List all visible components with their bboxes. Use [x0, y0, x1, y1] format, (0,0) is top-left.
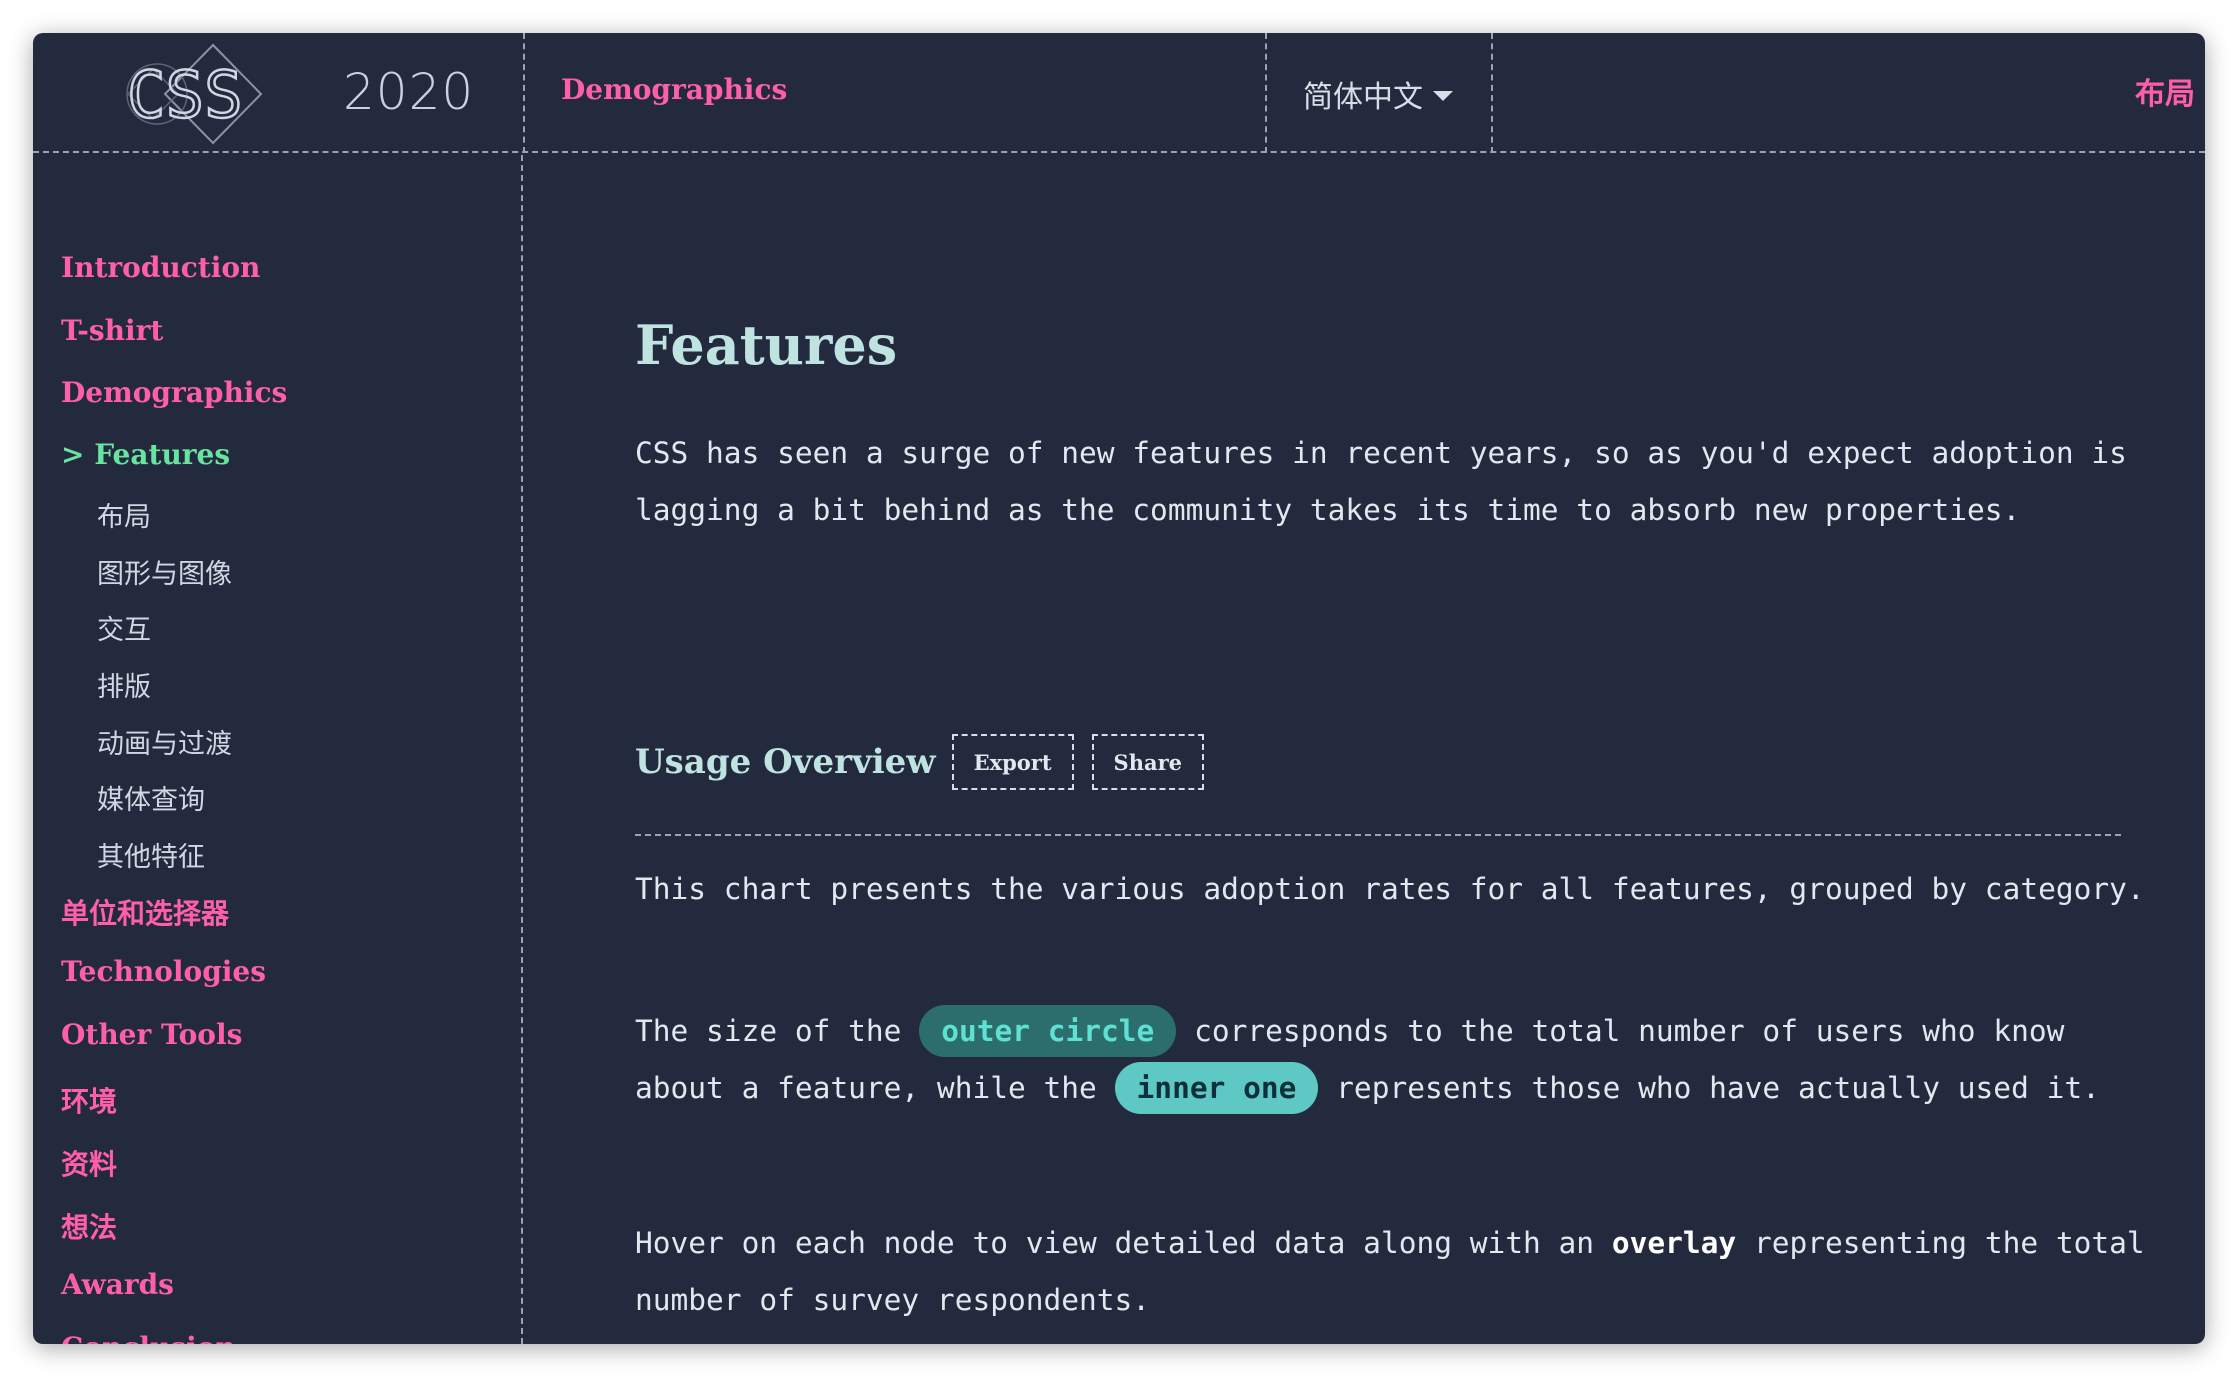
circle-size-explanation: The size of the outer circle corresponds… — [635, 1003, 2145, 1117]
sidebar-item-conclusion[interactable]: Conclusion — [61, 1331, 236, 1344]
export-button[interactable]: Export — [951, 734, 1074, 790]
explanation-text: The size of the — [635, 1014, 902, 1048]
page-title: Features — [635, 313, 898, 377]
explanation-text: Hover on each node to view detailed data… — [635, 1226, 1595, 1260]
sidebar-nav: Introduction T-shirt Demographics > Feat… — [33, 155, 523, 1344]
header-next-link[interactable]: 布局 — [2135, 69, 2195, 113]
sidebar-item-opinions[interactable]: 想法 — [61, 1206, 117, 1246]
sidebar-item-other-tools[interactable]: Other Tools — [61, 1018, 242, 1051]
usage-overview-title: Usage Overview — [635, 742, 936, 782]
sidebar-item-demographics[interactable]: Demographics — [61, 376, 287, 409]
sidebar-subitem-shapes-graphics[interactable]: 图形与图像 — [97, 552, 232, 591]
sidebar-item-awards[interactable]: Awards — [61, 1268, 174, 1301]
usage-overview-header: Usage Overview Export Share — [635, 733, 1222, 791]
sidebar-item-resources[interactable]: 资料 — [61, 1143, 117, 1183]
chart-description: This chart presents the various adoption… — [635, 872, 2145, 906]
logo[interactable]: CSS 2020 — [113, 39, 473, 149]
sidebar-subitem-media-queries[interactable]: 媒体查询 — [97, 778, 205, 817]
sidebar-subitem-other-features[interactable]: 其他特征 — [97, 835, 205, 874]
sidebar-subitem-interactions[interactable]: 交互 — [97, 608, 151, 647]
app-window: CSS 2020 Demographics 简体中文 布局 Introducti… — [33, 33, 2205, 1344]
section-divider — [635, 834, 2121, 836]
header-divider — [1491, 33, 1493, 153]
explanation-text: represents those who have actually used … — [1336, 1071, 2100, 1105]
header-section-link[interactable]: Demographics — [561, 73, 787, 106]
sidebar-item-features[interactable]: > Features — [61, 438, 230, 471]
sidebar-item-technologies[interactable]: Technologies — [61, 955, 266, 988]
sidebar-subitem-layout[interactable]: 布局 — [97, 495, 151, 534]
logo-year: 2020 — [343, 63, 475, 121]
header-divider — [1265, 33, 1267, 153]
inner-circle-badge: inner one — [1114, 1062, 1319, 1114]
sidebar-item-environments[interactable]: 环境 — [61, 1080, 117, 1120]
hover-explanation: Hover on each node to view detailed data… — [635, 1215, 2145, 1329]
sidebar-subitem-animations[interactable]: 动画与过渡 — [97, 722, 232, 761]
logo-mark-icon: CSS — [126, 43, 263, 145]
outer-circle-badge: outer circle — [919, 1005, 1177, 1057]
sidebar-item-introduction[interactable]: Introduction — [61, 251, 260, 284]
language-select[interactable]: 简体中文 — [1303, 69, 1453, 119]
sidebar-item-tshirt[interactable]: T-shirt — [61, 314, 163, 347]
header-divider — [523, 33, 525, 153]
logo-text: CSS — [127, 59, 243, 133]
language-select-value: 简体中文 — [1303, 80, 1423, 115]
overlay-emphasis: overlay — [1611, 1226, 1737, 1260]
site-header: CSS 2020 Demographics 简体中文 布局 — [33, 33, 2205, 153]
sidebar-item-units-selectors[interactable]: 单位和选择器 — [61, 892, 229, 932]
sidebar-subitem-typography[interactable]: 排版 — [97, 665, 151, 704]
share-button[interactable]: Share — [1091, 734, 1205, 790]
chevron-down-icon — [1433, 91, 1453, 101]
main-content: Features CSS has seen a surge of new fea… — [525, 155, 2205, 1344]
intro-paragraph: CSS has seen a surge of new features in … — [635, 436, 2127, 527]
